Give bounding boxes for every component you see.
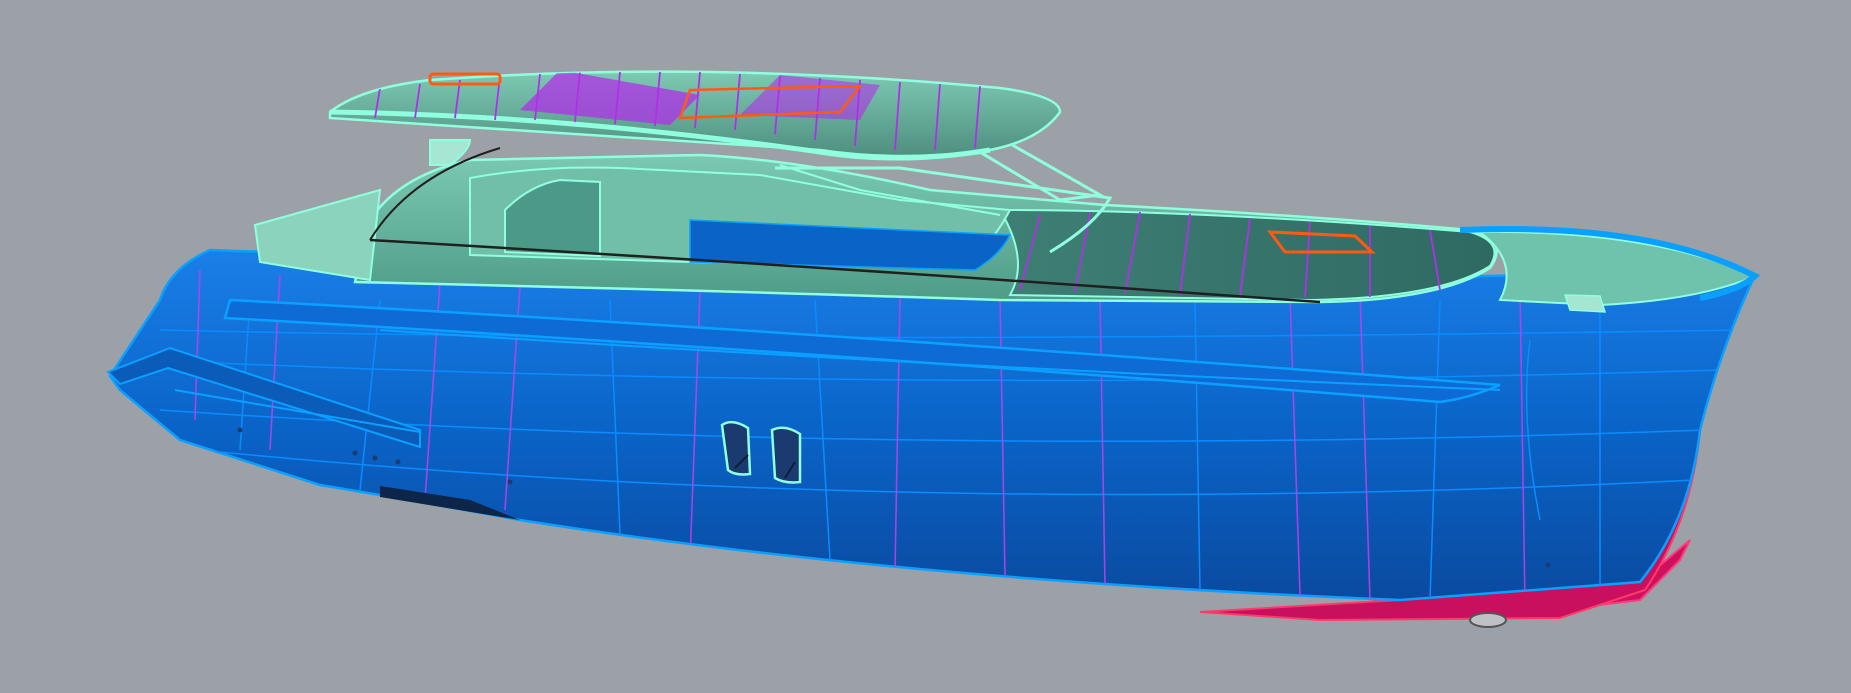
- bow-locker: [1563, 294, 1607, 313]
- porthole-2: [770, 426, 802, 484]
- cad-viewport[interactable]: [0, 0, 1851, 693]
- bow-thruster: [1469, 612, 1507, 628]
- foredeck[interactable]: [998, 208, 1496, 302]
- yacht-model-render[interactable]: [0, 0, 1851, 693]
